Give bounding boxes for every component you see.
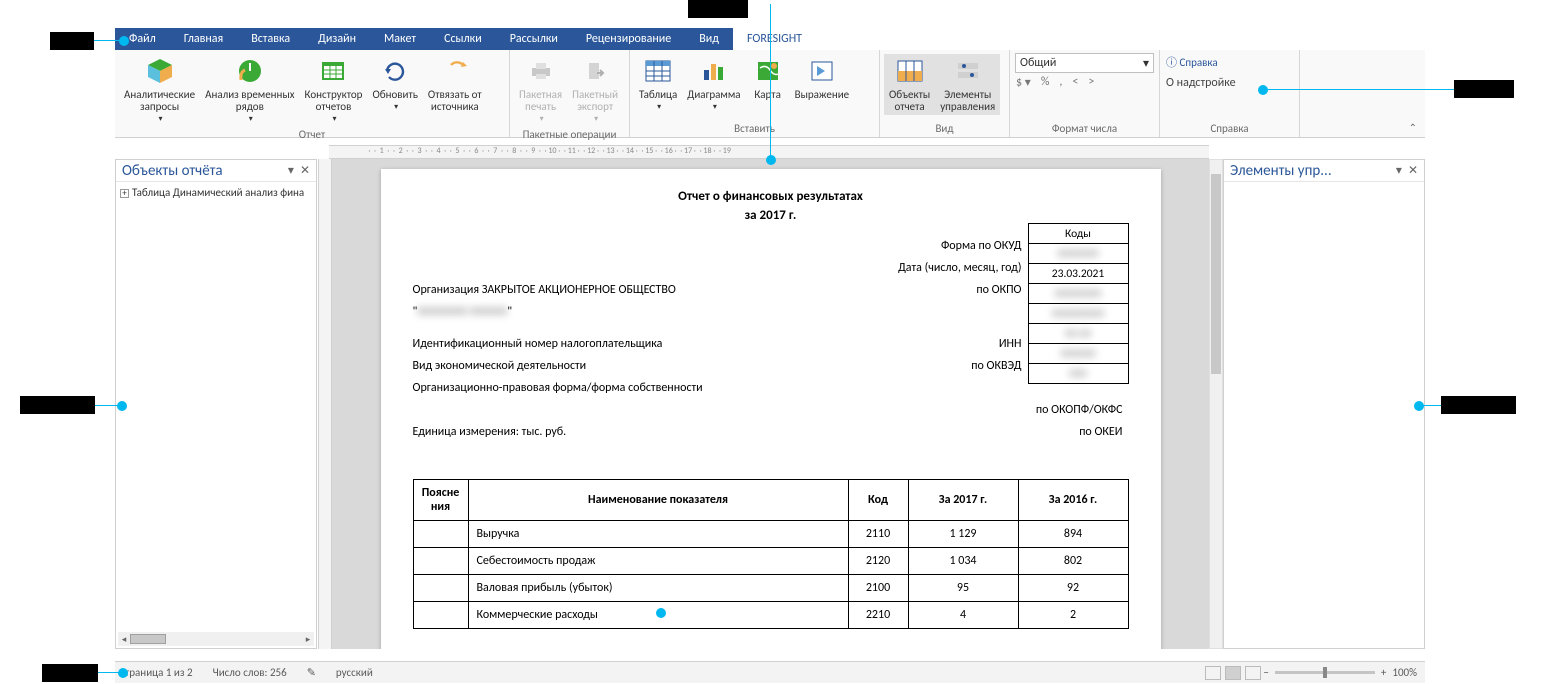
controls-icon xyxy=(953,56,983,86)
clock-icon xyxy=(235,56,265,86)
codes-table: Коды 0000000 23.03.2021 00000000 0000000… xyxy=(1028,223,1129,384)
doc-title: Отчет о финансовых результатах xyxy=(413,189,1129,204)
group-label-insert: Вставить xyxy=(630,121,879,137)
status-spellcheck-icon[interactable]: ✎ xyxy=(297,666,326,679)
chevron-down-icon: ▾ xyxy=(1143,56,1149,71)
percent-icon[interactable]: % xyxy=(1041,75,1050,90)
zoom-out-icon[interactable]: − xyxy=(1263,666,1268,679)
group-label-view: Вид xyxy=(880,121,1009,137)
tab-mailings[interactable]: Рассылки xyxy=(496,28,572,50)
increase-decimal-icon[interactable]: > xyxy=(1088,75,1094,90)
tab-home[interactable]: Главная xyxy=(170,28,237,50)
comma-icon[interactable]: , xyxy=(1059,75,1062,90)
table-green-icon xyxy=(318,56,348,86)
panel-title-right: Элементы упр... xyxy=(1230,162,1332,180)
read-mode-icon[interactable] xyxy=(1205,666,1221,680)
unlink-icon xyxy=(440,56,470,86)
expression-icon xyxy=(807,56,837,86)
document-page[interactable]: Отчет о финансовых результатах за 2017 г… xyxy=(381,169,1161,649)
tab-foresight[interactable]: FORESIGHT xyxy=(733,28,816,50)
help-link[interactable]: ⓘ Справка xyxy=(1166,54,1293,70)
status-page[interactable]: траница 1 из 2 xyxy=(115,666,203,679)
insert-table-button[interactable]: Таблица▾ xyxy=(634,54,682,115)
status-words[interactable]: Число слов: 256 xyxy=(203,666,297,679)
document-canvas[interactable]: Отчет о финансовых результатах за 2017 г… xyxy=(332,159,1209,649)
zoom-in-icon[interactable]: + xyxy=(1381,666,1386,679)
batch-print-button: Пакетная печать▾ xyxy=(514,54,567,127)
insert-expression-button[interactable]: Выражение xyxy=(790,54,855,103)
ruler-vertical[interactable] xyxy=(318,159,332,649)
detach-source-button[interactable]: Отвязать от источника xyxy=(423,54,487,115)
scroll-left-icon[interactable]: ◂ xyxy=(118,634,130,645)
panel-hscroll[interactable]: ◂ ▸ xyxy=(118,632,314,646)
panel-close-icon[interactable]: ✕ xyxy=(1406,163,1420,178)
expand-icon[interactable]: + xyxy=(120,189,129,198)
time-series-button[interactable]: Анализ временных рядов▾ xyxy=(200,54,299,127)
group-label-batch: Пакетные операции xyxy=(510,127,629,143)
table-row: Валовая прибыль (убыток)21009592 xyxy=(413,575,1128,602)
group-label-help: Справка xyxy=(1166,121,1293,137)
tab-view[interactable]: Вид xyxy=(685,28,733,50)
refresh-icon xyxy=(380,56,410,86)
tab-references[interactable]: Ссылки xyxy=(430,28,496,50)
web-layout-icon[interactable] xyxy=(1245,666,1261,680)
controls-panel: Элементы упр... ▾✕ xyxy=(1223,159,1425,649)
panel-menu-icon[interactable]: ▾ xyxy=(1394,163,1404,178)
export-icon xyxy=(580,56,610,86)
status-language[interactable]: русский xyxy=(326,666,383,679)
chart-icon xyxy=(699,56,729,86)
grid-highlight-icon xyxy=(895,56,925,86)
currency-icon[interactable]: $ ▾ xyxy=(1016,75,1031,90)
tree-item-table[interactable]: +Таблица Динамический анализ фина xyxy=(116,182,316,203)
number-format-combo[interactable]: Общий▾ xyxy=(1015,53,1154,73)
tab-design[interactable]: Дизайн xyxy=(304,28,370,50)
cube-icon xyxy=(145,56,175,86)
doc-subtitle: за 2017 г. xyxy=(413,208,1129,223)
tab-layout[interactable]: Макет xyxy=(370,28,430,50)
table-row: Себестоимость продаж21201 034802 xyxy=(413,548,1128,575)
tab-review[interactable]: Рецензирование xyxy=(572,28,685,50)
status-bar: траница 1 из 2 Число слов: 256 ✎ русский… xyxy=(115,661,1425,683)
view-controls-button[interactable]: Элементы управления xyxy=(935,54,1000,115)
table-row: Выручка21101 129894 xyxy=(413,521,1128,548)
refresh-button[interactable]: Обновить▾ xyxy=(367,54,422,115)
scroll-right-icon[interactable]: ▸ xyxy=(302,634,314,645)
collapse-ribbon-icon[interactable]: ⌃ xyxy=(1409,121,1417,134)
panel-menu-icon[interactable]: ▾ xyxy=(286,163,296,178)
group-label-report: Отчет xyxy=(115,127,509,143)
table-icon xyxy=(643,56,673,86)
view-report-objects-button[interactable]: Объекты отчета xyxy=(884,54,935,115)
zoom-slider[interactable] xyxy=(1275,671,1375,674)
report-designer-button[interactable]: Конструктор отчетов▾ xyxy=(300,54,368,127)
tab-insert[interactable]: Вставка xyxy=(237,28,304,50)
report-objects-panel: Объекты отчёта ▾✕ +Таблица Динамический … xyxy=(115,159,317,649)
group-label-number: Формат числа xyxy=(1010,121,1159,137)
insert-map-button[interactable]: Карта xyxy=(746,54,790,103)
financial-results-table: Поясне ния Наименование показателя Код З… xyxy=(413,479,1129,629)
document-vscroll[interactable] xyxy=(1209,159,1223,649)
analytic-queries-button[interactable]: Аналитические запросы▾ xyxy=(119,54,200,127)
table-row: Коммерческие расходы221042 xyxy=(413,602,1128,629)
print-layout-icon[interactable] xyxy=(1225,666,1241,680)
printer-icon xyxy=(526,56,556,86)
panel-title-left: Объекты отчёта xyxy=(122,162,223,180)
insert-chart-button[interactable]: Диаграмма▾ xyxy=(682,54,745,115)
batch-export-button: Пакетный экспорт▾ xyxy=(567,54,623,127)
zoom-value[interactable]: 100% xyxy=(1392,666,1417,679)
about-addin[interactable]: О надстройке xyxy=(1166,76,1293,90)
decrease-decimal-icon[interactable]: < xyxy=(1072,75,1078,90)
panel-close-icon[interactable]: ✕ xyxy=(298,163,312,178)
map-icon xyxy=(753,56,783,86)
